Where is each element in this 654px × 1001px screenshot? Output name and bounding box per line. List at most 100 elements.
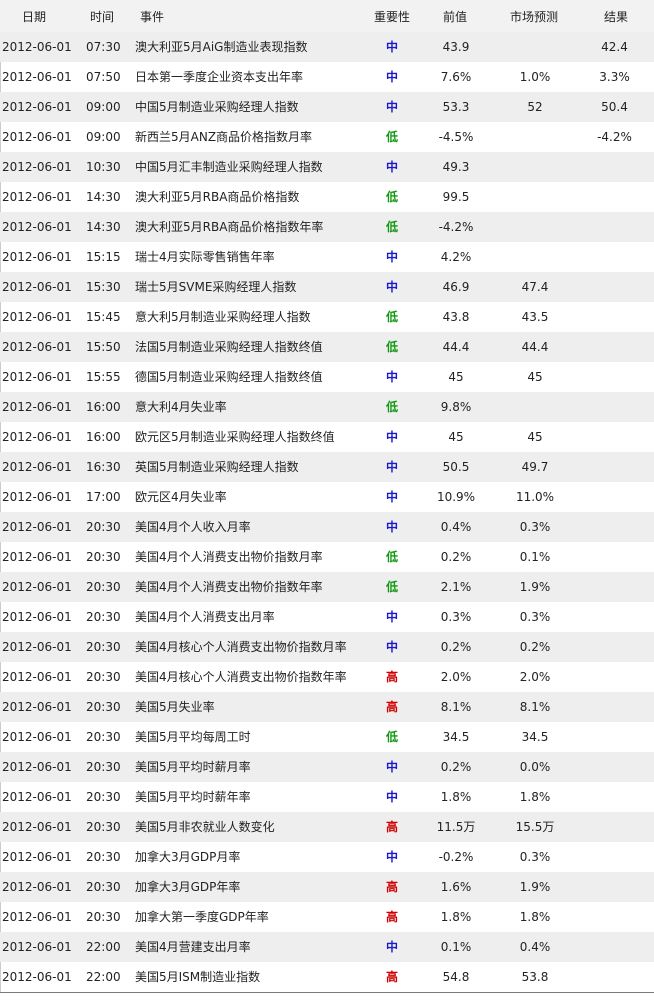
cell-event: 美国5月平均时薪月率 — [135, 760, 251, 774]
cell-forecast: 1.9% — [519, 580, 551, 594]
cell-event: 美国5月平均时薪年率 — [135, 790, 251, 804]
cell-actual: 3.3% — [599, 70, 630, 84]
cell-forecast: 44.4 — [521, 340, 549, 354]
cell-importance: 高 — [385, 910, 398, 924]
cell-date: 2012-06-01 — [2, 340, 72, 354]
cell-importance: 低 — [385, 220, 398, 234]
cell-previous: 34.5 — [442, 730, 470, 744]
cell-time: 09:00 — [86, 130, 121, 144]
table-row: 2012-06-01 16:00 欧元区5月制造业采购经理人指数终值 中 45 45 — [0, 422, 654, 452]
cell-time: 10:30 — [86, 160, 121, 174]
table-row: 2012-06-01 20:30 美国4月核心个人消费支出物价指数月率 中 0.2% 0.… — [0, 632, 654, 662]
cell-time: 09:00 — [86, 100, 121, 114]
cell-date: 2012-06-01 — [2, 40, 72, 54]
cell-previous: 9.8% — [440, 400, 472, 414]
table-row: 2012-06-01 20:30 美国5月非农就业人数变化 高 11.5万 15.5万 — [0, 812, 654, 842]
cell-importance: 低 — [385, 340, 398, 354]
cell-forecast: 11.0% — [515, 490, 555, 504]
cell-importance: 中 — [385, 790, 398, 804]
cell-previous: 0.2% — [440, 640, 472, 654]
cell-previous: 2.0% — [440, 670, 472, 684]
cell-time: 15:15 — [86, 250, 121, 264]
cell-importance: 高 — [385, 820, 398, 834]
cell-time: 20:30 — [86, 850, 121, 864]
cell-time: 17:00 — [86, 490, 121, 504]
cell-previous: 46.9 — [442, 280, 470, 294]
cell-date: 2012-06-01 — [2, 880, 72, 894]
table-row: 2012-06-01 20:30 美国5月平均每周工时 低 34.5 34.5 — [0, 722, 654, 752]
table-row: 2012-06-01 09:00 中国5月制造业采购经理人指数 中 53.3 52 50.4 — [0, 92, 654, 122]
cell-importance: 中 — [385, 610, 398, 624]
cell-date: 2012-06-01 — [2, 940, 72, 954]
cell-actual: 42.4 — [601, 40, 628, 54]
cell-date: 2012-06-01 — [2, 100, 72, 114]
table-row: 2012-06-01 20:30 美国5月平均时薪月率 中 0.2% 0.0% — [0, 752, 654, 782]
cell-importance: 中 — [385, 520, 398, 534]
cell-time: 16:30 — [86, 460, 121, 474]
cell-forecast: 0.4% — [519, 940, 551, 954]
cell-previous: 43.9 — [442, 40, 470, 54]
cell-importance: 中 — [385, 160, 398, 174]
cell-previous: 2.1% — [440, 580, 472, 594]
cell-date: 2012-06-01 — [2, 610, 72, 624]
cell-date: 2012-06-01 — [2, 370, 72, 384]
cell-importance: 中 — [385, 850, 398, 864]
cell-previous: 50.5 — [442, 460, 470, 474]
cell-importance: 低 — [385, 730, 398, 744]
cell-previous: -4.2% — [438, 220, 474, 234]
cell-time: 20:30 — [86, 730, 121, 744]
cell-forecast: 45 — [527, 370, 543, 384]
cell-time: 20:30 — [86, 790, 121, 804]
cell-date: 2012-06-01 — [2, 490, 72, 504]
cell-importance: 高 — [385, 670, 398, 684]
table-header: 日期 时间 事件 重要性 前值 市场预测 结果 — [0, 0, 654, 33]
table-row: 2012-06-01 20:30 美国4月个人消费支出月率 中 0.3% 0.3% — [0, 602, 654, 632]
cell-forecast: 0.3% — [519, 610, 551, 624]
cell-forecast: 47.4 — [521, 280, 549, 294]
cell-importance: 中 — [385, 40, 398, 54]
cell-date: 2012-06-01 — [2, 250, 72, 264]
cell-event: 加拿大3月GDP月率 — [135, 850, 241, 864]
cell-importance: 低 — [385, 190, 398, 204]
cell-date: 2012-06-01 — [2, 670, 72, 684]
cell-time: 14:30 — [86, 220, 121, 234]
cell-importance: 中 — [385, 430, 398, 444]
cell-time: 16:00 — [86, 400, 121, 414]
cell-time: 20:30 — [86, 520, 121, 534]
cell-time: 15:45 — [86, 310, 121, 324]
cell-event: 美国4月个人消费支出物价指数年率 — [135, 580, 323, 594]
cell-forecast: 52 — [527, 100, 543, 114]
cell-time: 22:00 — [86, 940, 121, 954]
cell-forecast: 53.8 — [521, 970, 549, 984]
cell-previous: 7.6% — [440, 70, 472, 84]
table-row: 2012-06-01 20:30 美国5月平均时薪年率 中 1.8% 1.8% — [0, 782, 654, 812]
cell-time: 20:30 — [86, 550, 121, 564]
cell-date: 2012-06-01 — [2, 190, 72, 204]
cell-event: 德国5月制造业采购经理人指数终值 — [135, 370, 323, 384]
cell-previous: 0.2% — [440, 550, 472, 564]
cell-time: 20:30 — [86, 700, 121, 714]
cell-date: 2012-06-01 — [2, 790, 72, 804]
cell-previous: 44.4 — [442, 340, 470, 354]
cell-previous: 11.5万 — [436, 820, 476, 834]
table-bottom-border — [0, 992, 654, 993]
header-date: 日期 — [22, 10, 47, 24]
cell-date: 2012-06-01 — [2, 130, 72, 144]
cell-date: 2012-06-01 — [2, 640, 72, 654]
cell-forecast: 8.1% — [519, 700, 551, 714]
cell-event: 加拿大3月GDP年率 — [135, 880, 241, 894]
cell-forecast: 1.8% — [519, 910, 551, 924]
cell-forecast: 0.1% — [519, 550, 551, 564]
cell-forecast: 0.3% — [519, 520, 551, 534]
cell-date: 2012-06-01 — [2, 70, 72, 84]
cell-importance: 中 — [385, 760, 398, 774]
cell-date: 2012-06-01 — [2, 550, 72, 564]
cell-importance: 中 — [385, 250, 398, 264]
table-row: 2012-06-01 17:00 欧元区4月失业率 中 10.9% 11.0% — [0, 482, 654, 512]
cell-forecast: 2.0% — [519, 670, 551, 684]
cell-time: 20:30 — [86, 880, 121, 894]
cell-forecast: 45 — [527, 430, 543, 444]
table-row: 2012-06-01 20:30 美国4月个人消费支出物价指数月率 低 0.2% 0.1% — [0, 542, 654, 572]
cell-previous: 4.2% — [440, 250, 472, 264]
cell-time: 15:30 — [86, 280, 121, 294]
